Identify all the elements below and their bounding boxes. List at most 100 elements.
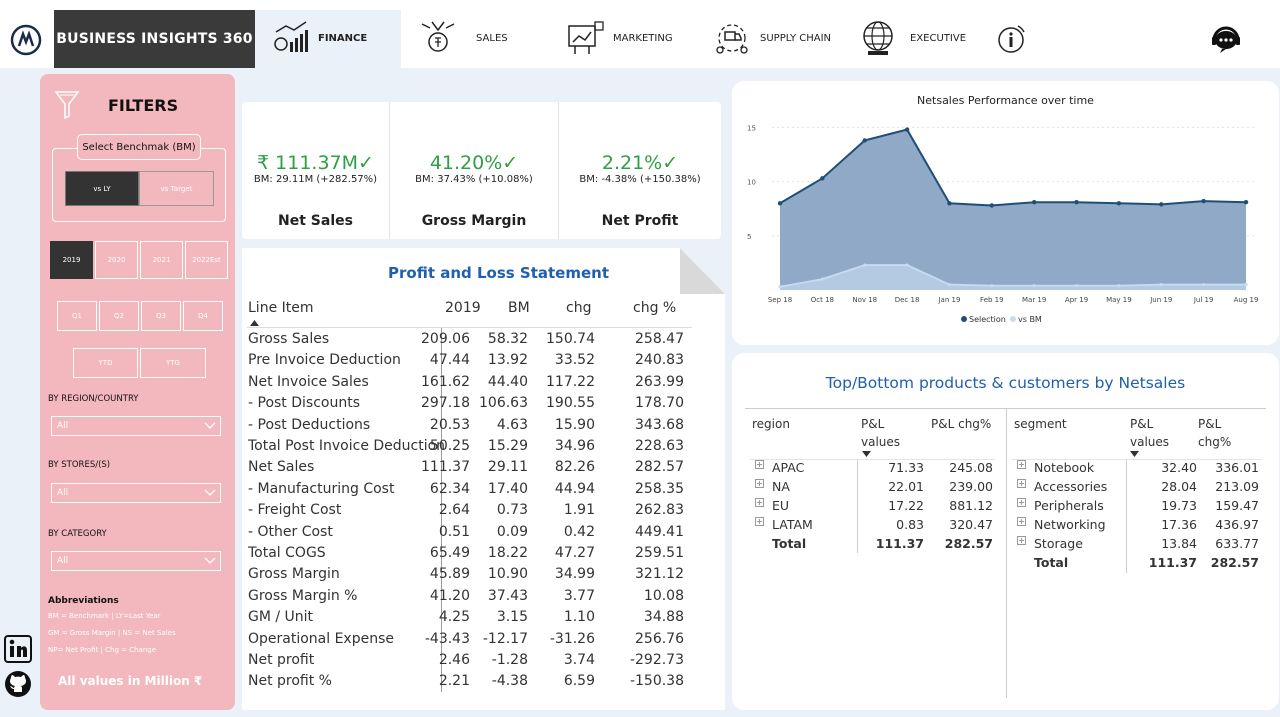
pl-row[interactable]: Gross Margin % 41.20 37.43 3.77 10.08	[242, 588, 692, 609]
series-point	[905, 263, 909, 267]
year-2021-button[interactable]: 2021	[140, 241, 183, 279]
table-row[interactable]: Storage 13.84 633.77	[732, 536, 1279, 555]
series-point	[777, 201, 783, 206]
kpi-value: 2.21%✓	[601, 152, 679, 174]
legend-label: Selection	[969, 315, 1006, 324]
pl-row[interactable]: - Manufacturing Cost 62.34 17.40 44.94 258.3…	[242, 481, 692, 502]
pl-row[interactable]: Gross Margin 45.89 10.90 34.99 321.12	[242, 566, 692, 587]
table-row[interactable]: Accessories 28.04 213.09	[732, 479, 1279, 498]
year-2020-button[interactable]: 2020	[95, 241, 138, 279]
profit-loss-statement: Profit and Loss Statement Line Item 2019…	[242, 248, 725, 710]
table-row[interactable]: Peripherals 19.73 159.47	[732, 498, 1279, 517]
pl-row[interactable]: Net profit % 2.21 -4.38 6.59 -150.38	[242, 673, 692, 694]
segment-header[interactable]: segment	[1014, 415, 1067, 433]
pl-value: 262.83	[635, 502, 684, 519]
expand-plus-icon[interactable]	[1017, 517, 1026, 526]
top-bottom-card: Top/Bottom products & customers by Netsa…	[732, 353, 1279, 710]
x-tick-label: Feb 19	[980, 296, 1004, 304]
app-brand-title[interactable]: BUSINESS INSIGHTS 360	[54, 10, 255, 68]
tab-marketing[interactable]: MARKETING	[565, 14, 673, 62]
linkedin-icon[interactable]	[4, 635, 32, 663]
pl-row[interactable]: Net profit 2.46 -1.28 3.74 -292.73	[242, 652, 692, 673]
tab-marketing-label: MARKETING	[613, 32, 673, 44]
year-2019-button[interactable]: 2019	[50, 241, 93, 279]
pl-header-bm[interactable]: BM	[508, 300, 530, 316]
pl-row[interactable]: Net Invoice Sales 161.62 44.40 117.22 263.99	[242, 374, 692, 395]
pl-value: -43.43	[424, 630, 470, 647]
kpi-net-profit[interactable]: 2.21%✓ BM: -4.38% (+150.38%) Net Profit	[559, 102, 721, 239]
stores-dropdown-value: All	[57, 488, 69, 498]
quarter-q4-button[interactable]: Q4	[183, 301, 223, 331]
kpi-gross-margin[interactable]: 41.20%✓ BM: 37.43% (+10.08%) Gross Margi…	[390, 102, 558, 239]
pl-value: 58.32	[487, 331, 528, 347]
benchmark-vs-target-button[interactable]: vs Target	[139, 171, 214, 206]
pl-row[interactable]: Total Post Invoice Deduction 50.25 15.29 34…	[242, 438, 692, 459]
pl-row[interactable]: - Post Deductions 20.53 4.63 15.90 343.68	[242, 417, 692, 438]
pl-header-line-item[interactable]: Line Item	[248, 300, 314, 316]
pl-header-chg-pct[interactable]: chg %	[633, 300, 676, 316]
series-point	[1243, 200, 1249, 205]
quarter-q2-button[interactable]: Q2	[99, 301, 139, 331]
quarter-q1-button[interactable]: Q1	[57, 301, 97, 331]
page-fold-corner	[680, 248, 725, 294]
expand-plus-icon[interactable]	[1017, 498, 1026, 507]
chevron-down-icon	[204, 489, 216, 496]
tab-finance[interactable]: FINANCE	[270, 14, 367, 62]
tab-sales[interactable]: SALES	[418, 14, 508, 62]
pl-row[interactable]: Gross Sales 209.06 58.32 150.74 258.47	[242, 331, 692, 352]
finance-chart-icon	[274, 21, 308, 52]
pl-line-item: - Post Discounts	[248, 395, 360, 412]
info-icon[interactable]	[994, 22, 1028, 56]
filter-funnel-icon	[54, 91, 80, 120]
pl-value: 259.51	[635, 545, 684, 561]
sort-descending-icon[interactable]	[862, 451, 871, 457]
pl-header-chg[interactable]: chg	[566, 300, 591, 316]
stores-dropdown[interactable]: All	[51, 483, 221, 503]
abbreviation-line: BM = Benchmark | LY=Last Year	[48, 612, 161, 620]
table-row[interactable]: Notebook 32.40 336.01	[732, 460, 1279, 479]
row-value: 633.77	[1215, 536, 1259, 551]
region-values-header[interactable]: P&L values	[861, 415, 911, 451]
filters-title: FILTERS	[108, 96, 179, 115]
period-ytg-button[interactable]: YTG	[140, 348, 206, 378]
quarter-q3-button[interactable]: Q3	[141, 301, 181, 331]
category-dropdown[interactable]: All	[51, 551, 221, 571]
tab-supply-chain[interactable]: SUPPLY CHAIN	[712, 14, 831, 62]
expand-plus-icon[interactable]	[1017, 479, 1026, 488]
benchmark-vs-ly-button[interactable]: vs LY	[65, 171, 139, 206]
period-ytd-button[interactable]: YTD	[73, 348, 138, 378]
expand-plus-icon[interactable]	[1017, 536, 1026, 545]
sort-descending-icon[interactable]	[1130, 451, 1139, 457]
table-row[interactable]: Networking 17.36 436.97	[732, 517, 1279, 536]
stores-filter-label: BY STORES/(S)	[48, 460, 111, 470]
row-label: Notebook	[1034, 460, 1095, 475]
pl-row[interactable]: - Freight Cost 2.64 0.73 1.91 262.83	[242, 502, 692, 523]
netsales-area-chart[interactable]: 5 10 15 Sep 18 Oct 18 Nov 18 Dec 18 Jan 19 Feb 1…	[732, 81, 1279, 345]
expand-plus-icon[interactable]	[1017, 460, 1026, 469]
pl-row[interactable]: Net Sales 111.37 29.11 82.26 282.57	[242, 459, 692, 480]
segment-values-header[interactable]: P&L values	[1130, 415, 1180, 451]
pl-value: -1.28	[491, 652, 528, 668]
pl-row[interactable]: Total COGS 65.49 18.22 47.27 259.51	[242, 545, 692, 566]
support-headset-icon[interactable]	[1210, 24, 1242, 54]
year-2022est-button[interactable]: 2022Est	[185, 241, 228, 279]
pl-value: 258.47	[635, 331, 684, 347]
pl-row[interactable]: Pre Invoice Deduction 47.44 13.92 33.52 240.…	[242, 352, 692, 373]
region-dropdown[interactable]: All	[51, 416, 221, 436]
github-icon[interactable]	[4, 670, 32, 698]
pl-row[interactable]: - Other Cost 0.51 0.09 0.42 449.41	[242, 524, 692, 545]
sort-ascending-icon[interactable]	[250, 320, 259, 326]
pl-row[interactable]: GM / Unit 4.25 3.15 1.10 34.88	[242, 609, 692, 630]
row-value: 17.36	[1161, 517, 1197, 532]
kpi-value: ₹ 111.37M✓	[257, 152, 374, 174]
segment-chg-header[interactable]: P&L chg%	[1198, 415, 1238, 451]
pl-value: 20.53	[429, 416, 470, 433]
region-chg-header[interactable]: P&L chg%	[931, 415, 991, 433]
kpi-net-sales[interactable]: ₹ 111.37M✓ BM: 29.11M (+282.57%) Net Sal…	[242, 102, 389, 239]
pl-row[interactable]: Operational Expense -43.43 -12.17 -31.26 256…	[242, 631, 692, 652]
row-label: Storage	[1034, 536, 1083, 551]
region-header[interactable]: region	[752, 415, 790, 433]
pl-header-year[interactable]: 2019	[445, 300, 481, 316]
pl-row[interactable]: - Post Discounts 297.18 106.63 190.55 178.70	[242, 395, 692, 416]
tab-executive[interactable]: EXECUTIVE	[858, 14, 966, 62]
